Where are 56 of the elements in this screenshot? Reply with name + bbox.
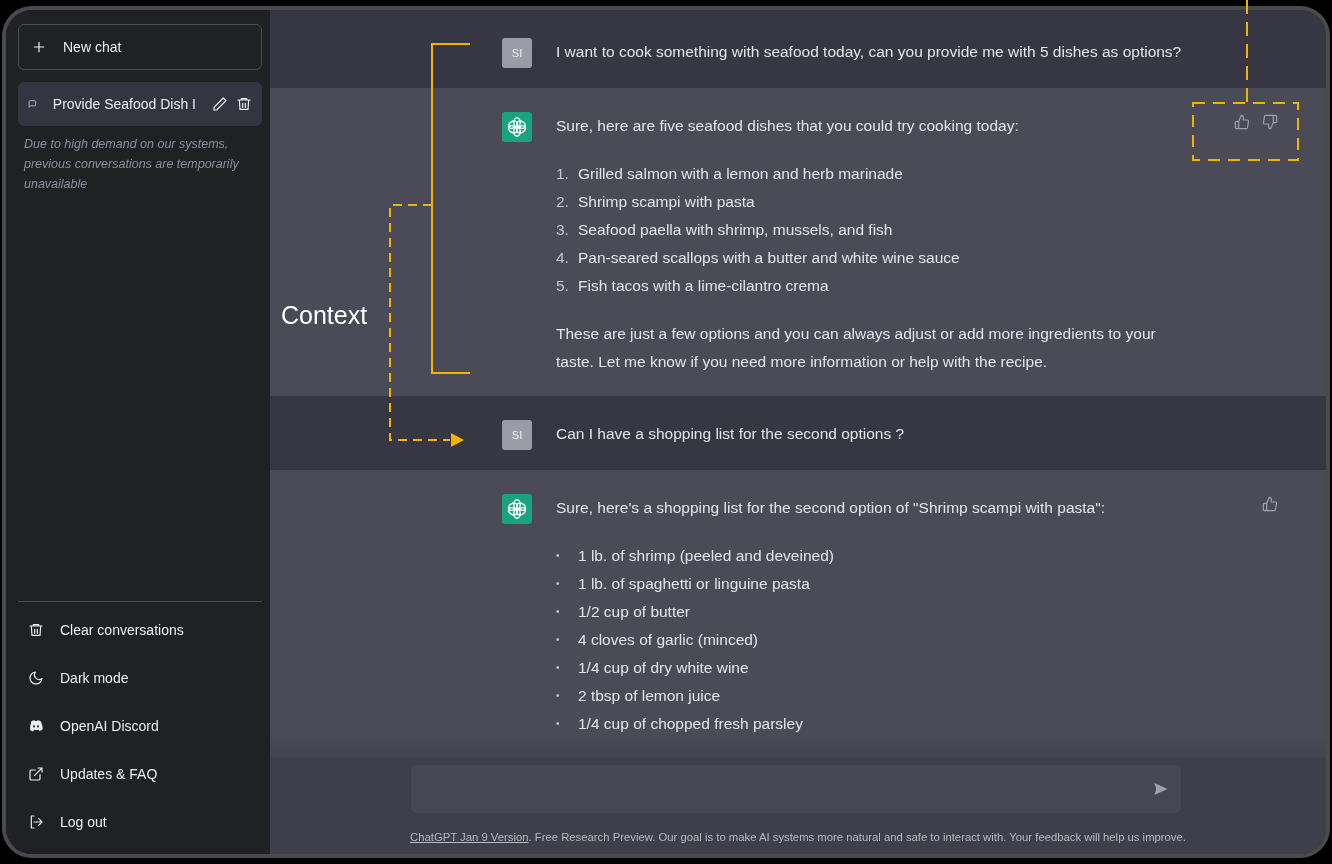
menu-item[interactable]: Clear conversations: [18, 606, 262, 654]
list-marker: 2.: [556, 192, 570, 212]
list-marker: •: [556, 577, 561, 591]
thumbs-up-button[interactable]: [1232, 112, 1252, 132]
new-chat-button[interactable]: New chat: [18, 24, 262, 70]
message-text: These are just a few options and you can always adjust or add more ingredients to your taste. Let me know if you need more information or help with the recipe.: [556, 324, 1157, 372]
message-text: I want to cook something with seafood today, can you provide me with 5 dishes as options?: [556, 42, 1183, 62]
external-link-icon: [28, 766, 44, 782]
thumbs-down-button[interactable]: [1260, 112, 1280, 132]
list-item-text: Fish tacos with a lime-cilantro crema: [578, 276, 829, 296]
conversation-title: Provide Seafood Dish I: [52, 94, 196, 114]
list-item-text: 1/2 cup of butter: [578, 602, 691, 622]
list-item-text: 1 lb. of shrimp (peeled and deveined): [578, 546, 834, 566]
list-item-text: 4 cloves of garlic (minced): [578, 630, 759, 650]
list-item-text: Shrimp scampi with pasta: [578, 192, 755, 212]
send-icon[interactable]: [1153, 781, 1169, 798]
list-item-text: 1 lb. of spaghetti or linguine pasta: [578, 574, 810, 594]
menu-item[interactable]: Updates & FAQ: [18, 750, 262, 798]
list-marker: •: [556, 605, 561, 619]
list-item-text: 1/4 cup of chopped fresh parsley: [578, 714, 803, 734]
list-item-text: Grilled salmon with a lemon and herb marinade: [578, 164, 903, 184]
list-item-text: Seafood paella with shrimp, mussels, and fish: [578, 220, 893, 240]
plus-icon: [31, 39, 47, 55]
list-marker: 3.: [556, 220, 570, 240]
list-marker: •: [556, 689, 561, 703]
menu-item[interactable]: Dark mode: [18, 654, 262, 702]
moon-icon: [28, 670, 44, 686]
logout-icon: [28, 814, 44, 830]
list-marker: 4.: [556, 248, 570, 268]
message-text: Sure, here are five seafood dishes that you could try cooking today:: [556, 116, 1020, 136]
list-marker: •: [556, 633, 561, 647]
list-item-text: 2 tbsp of lemon juice: [578, 686, 721, 706]
user-avatar: SI: [502, 38, 532, 68]
message-input[interactable]: [411, 765, 1181, 814]
trash-icon: [28, 622, 44, 638]
thumbs-up-button[interactable]: [1260, 494, 1280, 514]
list-item-text: 1/4 cup of dry white wine: [578, 658, 749, 678]
list-marker: 1.: [556, 164, 570, 184]
version-link[interactable]: ChatGPT Jan 9 Version: [410, 831, 529, 844]
message-text: Sure, here's a shopping list for the second option of "Shrimp scampi with pasta":: [556, 498, 1106, 518]
pencil-icon: [212, 96, 228, 112]
annotation-label: Context: [281, 300, 368, 331]
menu-item[interactable]: Log out: [18, 798, 262, 846]
menu-item[interactable]: OpenAI Discord: [18, 702, 262, 750]
controller-icon: [28, 718, 44, 734]
list-marker: 5.: [556, 276, 570, 296]
list-item-text: Pan-seared scallops with a butter and white wine sauce: [578, 248, 960, 268]
list-marker: •: [556, 549, 561, 563]
list-marker: •: [556, 717, 561, 731]
list-marker: •: [556, 661, 561, 675]
trash-icon: [236, 96, 252, 112]
footer-text: ChatGPT Jan 9 Version. Free Research Preview. Our goal is to make AI systems more natural and safe to interact with. Your feedback will help us improve.: [410, 830, 1186, 846]
conversation-item[interactable]: Provide Seafood Dish I: [18, 82, 262, 126]
notice-text: Due to high demand on our systems, previous conversations are temporarily unavailable: [22, 136, 240, 193]
user-avatar: SI: [502, 420, 532, 450]
message-text: Can I have a shopping list for the second options ?: [556, 424, 906, 444]
